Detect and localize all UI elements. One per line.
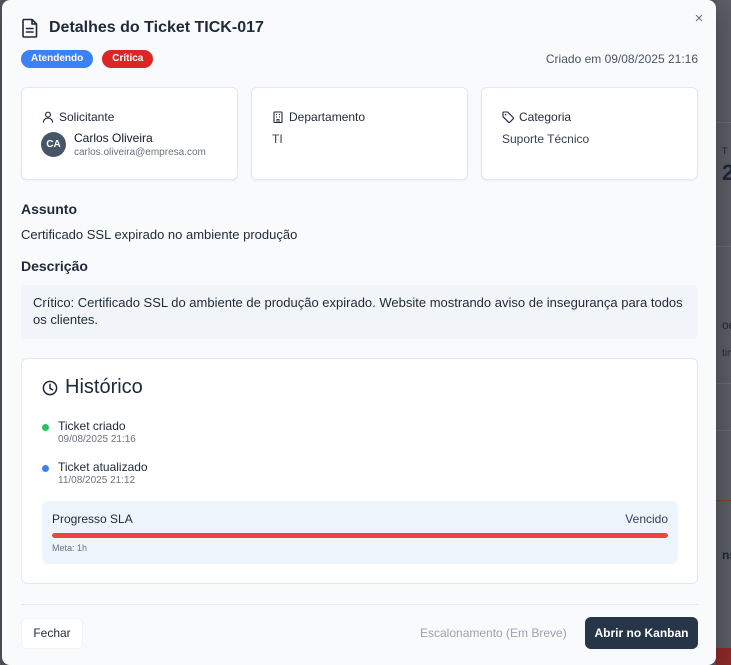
sla-progress-box: Progresso SLA Vencido Meta: 1h: [42, 501, 678, 564]
event-time: 11/08/2025 21:12: [58, 475, 136, 486]
requester-label-row: Solicitante: [42, 110, 114, 124]
status-badge: Atendendo: [21, 50, 94, 68]
event-time: 09/08/2025 21:16: [58, 434, 136, 445]
history-heading: Histórico: [65, 376, 143, 398]
requester-card: Solicitante CA Carlos Oliveira carlos.ol…: [21, 87, 238, 180]
department-card: Departamento TI: [251, 87, 468, 180]
background-divider: [716, 383, 731, 384]
document-icon: [22, 18, 38, 38]
background-panel: [716, 0, 731, 665]
history-card: Histórico Ticket criado 09/08/2025 21:16…: [21, 358, 698, 584]
event-title: Ticket criado: [58, 419, 126, 433]
sla-label: Progresso SLA: [52, 512, 133, 526]
requester-name: Carlos Oliveira: [74, 131, 153, 145]
background-divider: [716, 122, 731, 123]
requester-email: carlos.oliveira@empresa.com: [74, 147, 206, 158]
sla-progress-fill: [52, 533, 668, 538]
created-date: Criado em 09/08/2025 21:16: [545, 52, 698, 66]
tag-icon: [502, 111, 514, 123]
avatar: CA: [41, 132, 66, 157]
category-label: Categoria: [519, 110, 572, 124]
department-value: TI: [272, 132, 283, 146]
background-text: T: [722, 146, 728, 156]
background-divider: [716, 430, 731, 431]
background-text: od: [722, 318, 731, 332]
subject-text: Certificado SSL expirado no ambiente pro…: [21, 227, 298, 242]
description-text: Crítico: Certificado SSL do ambiente de …: [21, 285, 698, 339]
event-title: Ticket atualizado: [58, 460, 148, 474]
background-text: ns: [722, 548, 731, 562]
footer-divider: [21, 604, 698, 605]
background-divider: [716, 246, 731, 247]
page-title: Detalhes do Ticket TICK-017: [49, 19, 264, 36]
event-dot: [42, 465, 49, 472]
background-text: tin: [722, 348, 731, 359]
background-text: 2: [722, 160, 731, 185]
ticket-details-modal: × Detalhes do Ticket TICK-017 Atendendo …: [2, 0, 716, 665]
escalate-button[interactable]: Escalonamento (Em Breve): [420, 626, 567, 640]
building-icon: [273, 111, 283, 123]
background-strip: [716, 648, 731, 665]
modal-header: Detalhes do Ticket TICK-017: [21, 17, 264, 39]
open-kanban-button[interactable]: Abrir no Kanban: [585, 617, 698, 649]
close-icon[interactable]: ×: [690, 10, 708, 28]
user-icon: [42, 111, 54, 123]
category-label-row: Categoria: [502, 110, 571, 124]
priority-badge: Crítica: [102, 50, 154, 68]
category-value: Suporte Técnico: [502, 132, 590, 146]
description-heading: Descrição: [21, 258, 88, 274]
clock-icon: [42, 380, 58, 395]
event-dot: [42, 424, 49, 431]
sla-progress-bar: [52, 533, 668, 538]
subject-heading: Assunto: [21, 201, 77, 217]
sla-status: Vencido: [625, 512, 668, 526]
sla-meta: Meta: 1h: [52, 543, 88, 553]
category-card: Categoria Suporte Técnico: [481, 87, 698, 180]
requester-label: Solicitante: [59, 110, 115, 124]
history-title-row: Histórico: [42, 376, 143, 399]
close-button[interactable]: Fechar: [21, 618, 83, 649]
background-divider: [716, 500, 731, 501]
department-label-row: Departamento: [272, 110, 365, 124]
status-badges: Atendendo Crítica: [21, 50, 154, 68]
department-label: Departamento: [289, 110, 366, 124]
